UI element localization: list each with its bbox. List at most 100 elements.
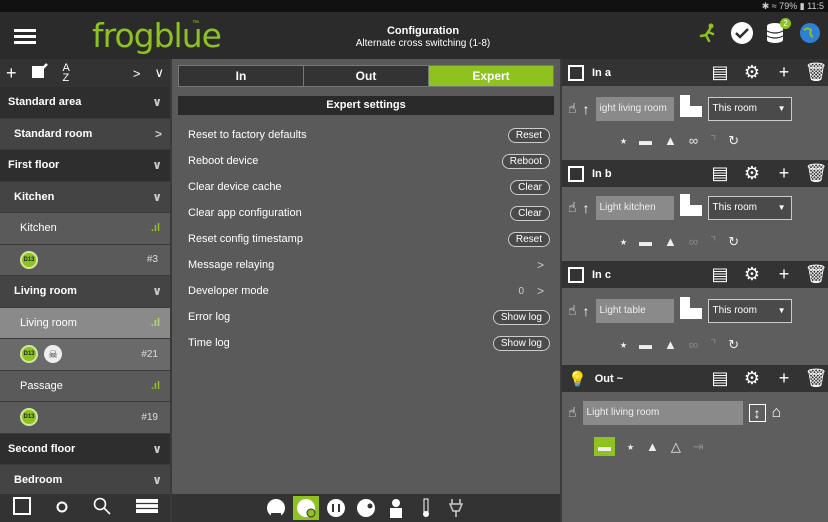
plug-icon[interactable] [443, 496, 469, 520]
search-icon[interactable] [93, 497, 111, 519]
edit-icon[interactable] [31, 62, 49, 84]
tree-room-standard[interactable]: Standard room > [0, 118, 170, 150]
triangle-updown-icon[interactable]: ▲ [664, 337, 677, 352]
add-icon[interactable]: + [772, 368, 796, 389]
gear-icon[interactable]: ⚙ [740, 62, 764, 83]
device-plug-in-icon[interactable] [323, 496, 349, 520]
clear-app-config-button[interactable]: Clear [510, 205, 550, 221]
trash-icon[interactable]: 🗑 [804, 368, 828, 389]
triangle-updown-icon[interactable]: ▲ [664, 234, 677, 249]
triangle-updown-icon[interactable]: ▲ [646, 439, 659, 454]
trash-icon[interactable]: 🗑 [804, 264, 828, 285]
touch-icon[interactable]: ☝ [568, 302, 577, 319]
device-plug-icon[interactable] [263, 496, 289, 520]
forward-icon[interactable]: > [133, 66, 141, 81]
tree-item-kitchen[interactable]: Kitchen .ıl [0, 213, 170, 245]
scope-select[interactable]: This room ▼ [707, 96, 792, 121]
and-gate-icon[interactable]: ⭑ [620, 234, 627, 250]
and-gate-icon[interactable]: ⭑ [620, 337, 627, 353]
home-icon[interactable]: ⌂ [772, 404, 782, 422]
step-icon[interactable] [679, 194, 702, 221]
reset-factory-button[interactable]: Reset [507, 127, 550, 143]
reboot-button[interactable]: Reboot [501, 153, 550, 169]
rectangle-icon[interactable]: ▬ [639, 133, 652, 148]
reset-timestamp-button[interactable]: Reset [507, 231, 550, 247]
tree-room-living[interactable]: Living room ∨ [0, 276, 170, 308]
rectangle-icon[interactable]: ▬ [639, 337, 652, 352]
tree-item-passage[interactable]: Passage .ıl [0, 370, 170, 402]
tree-area-first-floor[interactable]: First floor ∨ [0, 150, 170, 182]
add-icon[interactable]: + [772, 62, 796, 83]
enter-icon[interactable]: ⇥ [693, 439, 704, 455]
person-icon[interactable] [383, 496, 409, 520]
touch-icon[interactable]: ☝ [568, 199, 577, 216]
channel-name-field[interactable]: Light kitchen [595, 195, 674, 220]
trash-icon[interactable]: 🗑 [804, 62, 828, 83]
touch-icon[interactable]: ☝ [568, 100, 577, 117]
tree-area-second-floor[interactable]: Second floor ∨ [0, 433, 170, 465]
and-gate-icon[interactable]: ⭑ [627, 439, 634, 455]
link-icon[interactable]: ∞ [689, 133, 698, 148]
sort-az-icon[interactable]: AZ [63, 63, 70, 84]
database-icon[interactable]: 2 [764, 18, 791, 45]
loop-icon[interactable]: ↻ [728, 234, 739, 250]
add-icon[interactable]: + [772, 163, 796, 184]
dimmer-icon[interactable]: ▬ [594, 437, 615, 456]
tree-devices-kitchen[interactable]: D13 #3 [0, 244, 170, 276]
device-d13-icon[interactable]: D13 [20, 345, 38, 364]
step-line-icon[interactable]: ⌝ [710, 133, 716, 149]
message-relaying-row[interactable]: Message relaying > [188, 255, 550, 275]
scope-select[interactable]: This room ▼ [707, 298, 792, 323]
check-icon[interactable] [730, 21, 754, 45]
person-run-icon[interactable] [696, 21, 720, 45]
channel-name-field[interactable]: Light table [595, 298, 674, 323]
document-icon[interactable]: ▤ [708, 62, 732, 83]
device-plug-out-icon[interactable] [353, 496, 379, 520]
triangle-updown-icon[interactable]: ▲ [664, 133, 677, 148]
triangle-icon[interactable]: △ [671, 439, 681, 455]
circle-view-icon[interactable] [56, 500, 68, 517]
trash-icon[interactable]: 🗑 [804, 163, 828, 184]
tree-item-living-room[interactable]: Living room .ıl [0, 307, 170, 339]
document-icon[interactable]: ▤ [708, 368, 732, 389]
step-icon[interactable] [679, 95, 702, 122]
device-d13-icon[interactable]: D13 [20, 250, 38, 269]
height-adjust-icon[interactable]: ↕ [748, 403, 766, 422]
square-view-icon[interactable] [12, 497, 31, 519]
skull-icon[interactable]: ☠ [44, 345, 62, 364]
step-line-icon[interactable]: ⌝ [710, 234, 716, 250]
and-gate-icon[interactable]: ⭑ [620, 133, 627, 149]
rectangle-icon[interactable]: ▬ [639, 234, 652, 249]
thermometer-icon[interactable] [413, 496, 439, 520]
clear-cache-button[interactable]: Clear [510, 179, 550, 195]
tree-room-bedroom[interactable]: Bedroom ∨ [0, 465, 170, 497]
gear-icon[interactable]: ⚙ [740, 264, 764, 285]
tree-area-standard[interactable]: Standard area ∨ [0, 87, 170, 119]
show-time-log-button[interactable]: Show log [492, 335, 550, 351]
channel-name-field[interactable]: ight living room [595, 96, 674, 121]
menu-icon[interactable] [14, 29, 36, 45]
gear-icon[interactable]: ⚙ [740, 368, 764, 389]
list-view-icon[interactable] [135, 499, 158, 517]
device-d13-icon[interactable]: D13 [20, 408, 38, 427]
tree-devices-living-room[interactable]: D13 ☠ #21 [0, 339, 170, 371]
tree-room-kitchen[interactable]: Kitchen ∨ [0, 181, 170, 213]
loop-icon[interactable]: ↻ [728, 133, 739, 149]
expand-all-icon[interactable]: ∨ [154, 65, 164, 81]
add-icon[interactable]: + [6, 63, 17, 84]
output-name-field[interactable]: Light living room [582, 400, 743, 425]
gear-icon[interactable]: ⚙ [740, 163, 764, 184]
tab-expert[interactable]: Expert [429, 66, 553, 86]
touch-icon[interactable]: ☝ [568, 404, 577, 421]
tree-devices-passage[interactable]: D13 #19 [0, 402, 170, 434]
step-icon[interactable] [679, 297, 702, 324]
tab-out[interactable]: Out [304, 66, 429, 86]
link-icon[interactable]: ∞ [689, 337, 698, 352]
step-line-icon[interactable]: ⌝ [710, 337, 716, 353]
loop-icon[interactable]: ↻ [728, 337, 739, 353]
document-icon[interactable]: ▤ [708, 264, 732, 285]
link-icon[interactable]: ∞ [689, 234, 698, 249]
device-plug-settings-icon[interactable] [293, 496, 319, 520]
show-error-log-button[interactable]: Show log [492, 309, 550, 325]
document-icon[interactable]: ▤ [708, 163, 732, 184]
